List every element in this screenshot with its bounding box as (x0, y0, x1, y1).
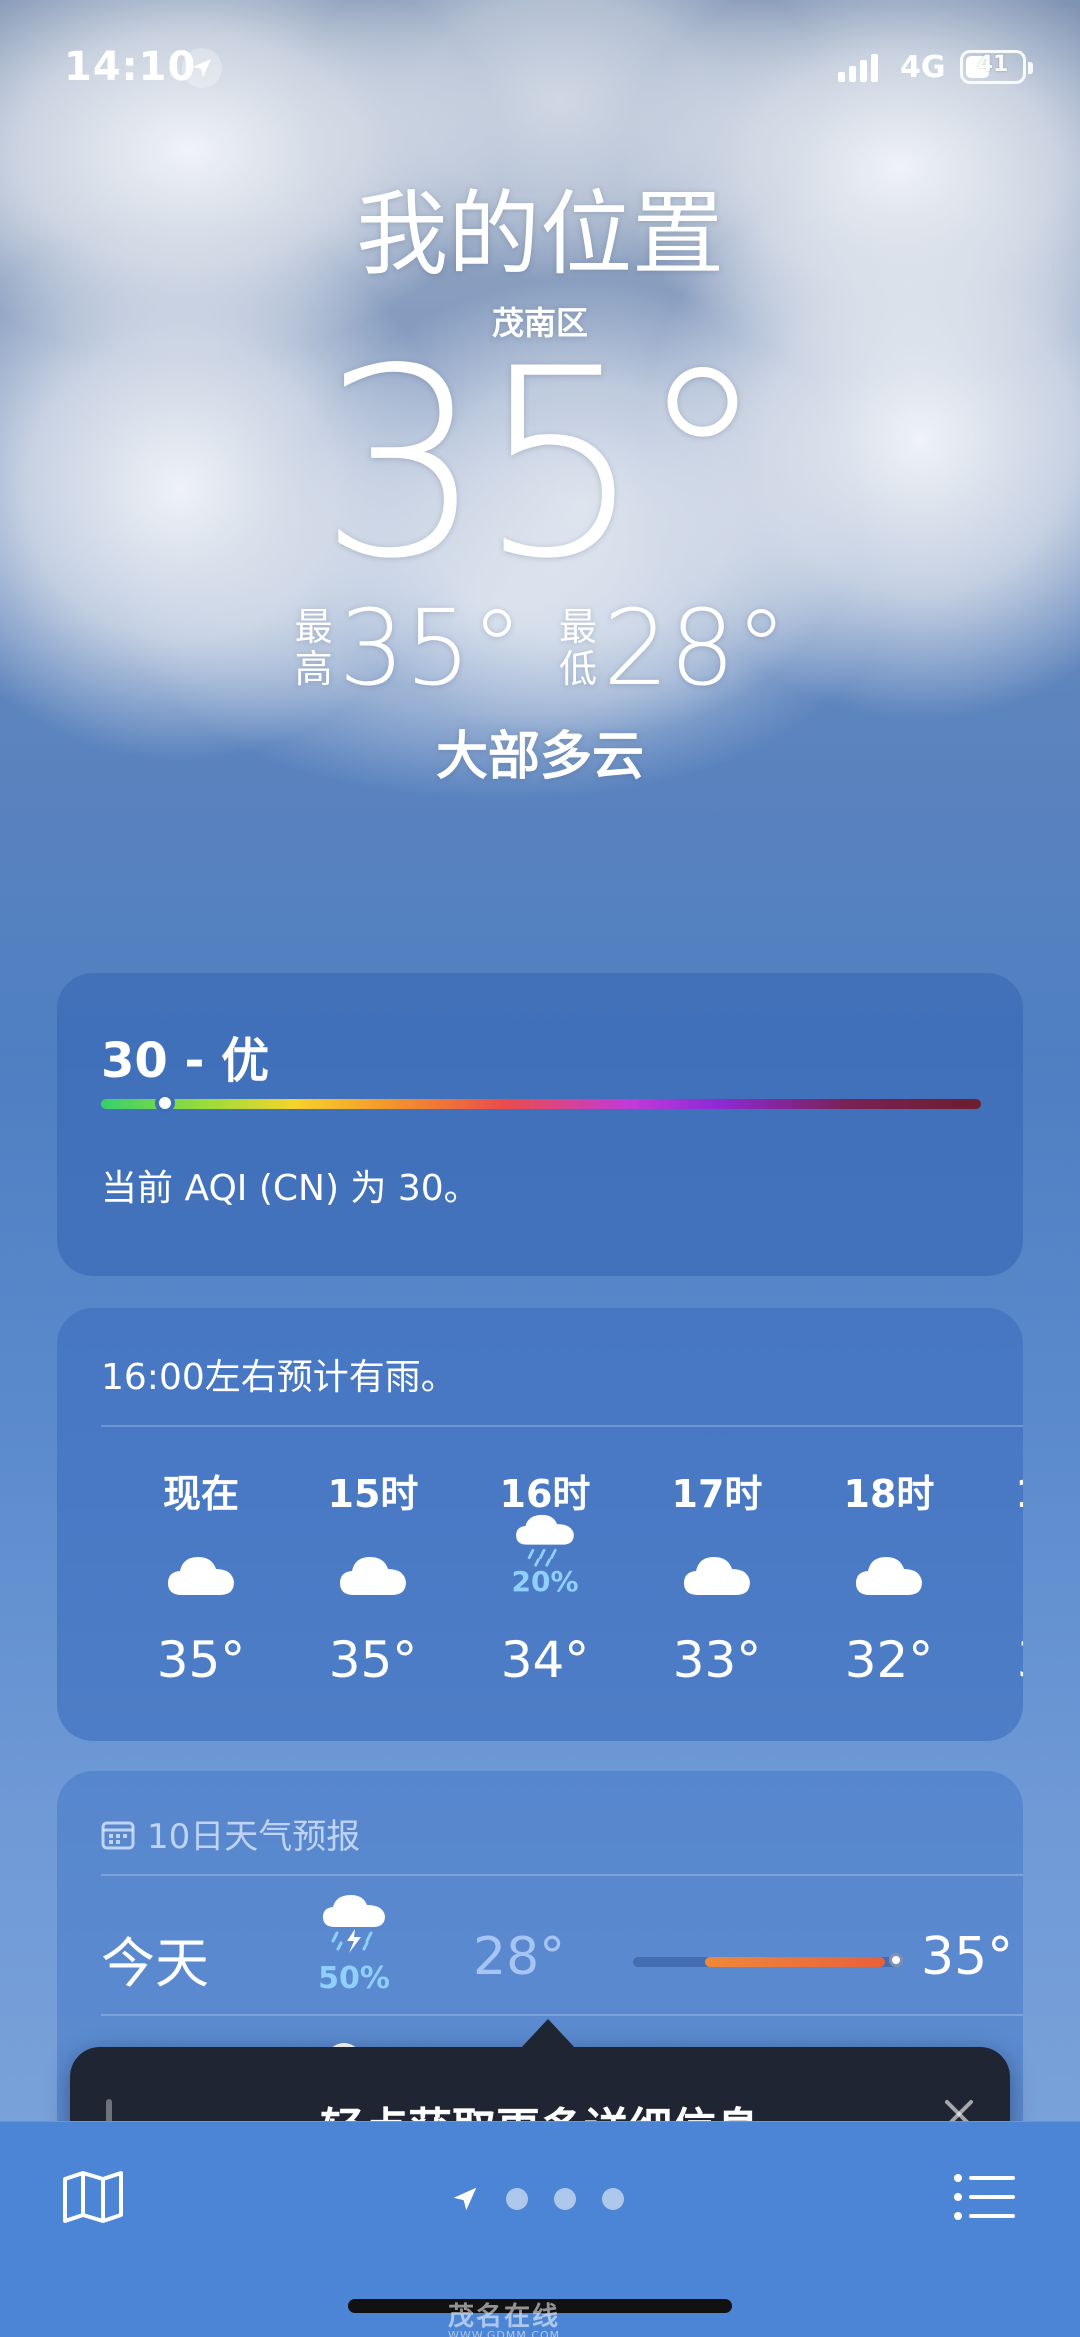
high-label: 最高 (294, 605, 333, 691)
hour-label: 现在 (162, 1472, 239, 1516)
hour-label: 15时 (327, 1472, 419, 1516)
status-time: 14:10 (64, 44, 197, 90)
hour-label: 17时 (671, 1472, 763, 1516)
cloud-rain-icon (516, 1514, 574, 1567)
hourly-list[interactable]: 现在 35° 15时 35° 16时 20% 34° 17时 33° 18时 3… (57, 1463, 1023, 1723)
current-temp-dot (889, 1953, 903, 1967)
hour-temp: 32° (844, 1631, 934, 1689)
battery-icon: 41 (960, 50, 1033, 84)
low-temperature: 28° (603, 587, 788, 709)
hour-item: 现在 35° (115, 1463, 287, 1689)
cloud-icon (684, 1557, 750, 1595)
cloud-icon (168, 1557, 234, 1595)
aqi-description: 当前 AQI (CN) 为 30。 (101, 1168, 480, 1209)
hourly-forecast-card[interactable]: 16:00左右预计有雨。 现在 35° 15时 35° 16时 20% 34° (57, 1308, 1023, 1741)
hour-item: 18时 32° (803, 1463, 975, 1689)
daily-header-label: 10日天气预报 (147, 1817, 361, 1857)
city-list-button[interactable] (950, 2162, 1020, 2232)
status-bar: 14:10 4G 41 (0, 0, 1080, 130)
day-high: 35° (921, 1927, 1014, 1987)
page-dot[interactable] (554, 2188, 576, 2210)
hour-item: 16时 20% 34° (459, 1463, 631, 1689)
day-precip-chance: 50% (318, 1961, 390, 1996)
hour-item: 17时 33° (631, 1463, 803, 1689)
high-temperature: 35° (338, 587, 523, 709)
hour-temp: 33° (672, 1631, 762, 1689)
watermark-text: 茂名在线 (448, 2302, 561, 2332)
cloud-icon (856, 1557, 922, 1595)
location-title: 我的位置 (355, 181, 724, 288)
hour-temp: 35° (156, 1631, 246, 1689)
watermark-sub: WWW.GDMM.COM (448, 2329, 561, 2337)
aqi-card[interactable]: 30 - 优 当前 AQI (CN) 为 30。 (57, 973, 1023, 1276)
cloud-icon (340, 1557, 406, 1595)
location-arrow-icon (453, 2187, 477, 2211)
hour-temp: 35° (328, 1631, 418, 1689)
hour-item: 15时 35° (287, 1463, 459, 1689)
calendar-icon (101, 1821, 135, 1849)
map-icon (63, 2171, 123, 2223)
day-name: 今天 (101, 1932, 209, 1995)
watermark: 茂名在线 WWW.GDMM.COM (448, 2296, 560, 2337)
current-temperature: 35° (318, 314, 768, 616)
hourly-summary: 16:00左右预计有雨。 (101, 1357, 457, 1398)
day-weather: 50% (309, 1893, 399, 1996)
divider (101, 2014, 1023, 2016)
divider (101, 1425, 1023, 1427)
signal-icon (838, 54, 878, 82)
hour-label: 19时 (975, 1463, 1023, 1516)
hour-label: 18时 (843, 1472, 935, 1516)
hour-temp: 31° (975, 1631, 1023, 1689)
list-icon (954, 2174, 1015, 2220)
page-dot[interactable] (506, 2188, 528, 2210)
day-temp-range-bar (633, 1953, 903, 1967)
aqi-scale-bar (101, 1099, 981, 1109)
condition-text: 大部多云 (435, 727, 644, 787)
page-dot[interactable] (602, 2188, 624, 2210)
day-low: 28° (473, 1927, 566, 1987)
current-weather: 我的位置 茂南区 35° 最高 35° 最低 28° 大部多云 (0, 180, 1080, 789)
hour-item: 19时 31° (975, 1463, 1023, 1689)
divider (101, 1874, 1023, 1876)
aqi-indicator (155, 1093, 175, 1113)
low-label: 最低 (558, 605, 597, 691)
location-arrow-icon (182, 48, 222, 88)
cloud-thunder-rain-icon (323, 1895, 385, 1953)
daily-header: 10日天气预报 (101, 1809, 360, 1858)
page-indicator[interactable] (450, 2184, 624, 2214)
map-button[interactable] (58, 2162, 128, 2232)
aqi-value: 30 - 优 (101, 1033, 270, 1089)
hour-temp: 34° (500, 1631, 590, 1689)
hour-precip-chance: 20% (511, 1565, 579, 1598)
network-type: 4G (900, 50, 946, 85)
hour-label: 16时 (499, 1472, 591, 1516)
temp-range-fill (705, 1957, 885, 1967)
battery-level: 41 (977, 52, 1009, 77)
day-row[interactable]: 今天 50% 28° 35° (101, 1881, 1013, 2021)
